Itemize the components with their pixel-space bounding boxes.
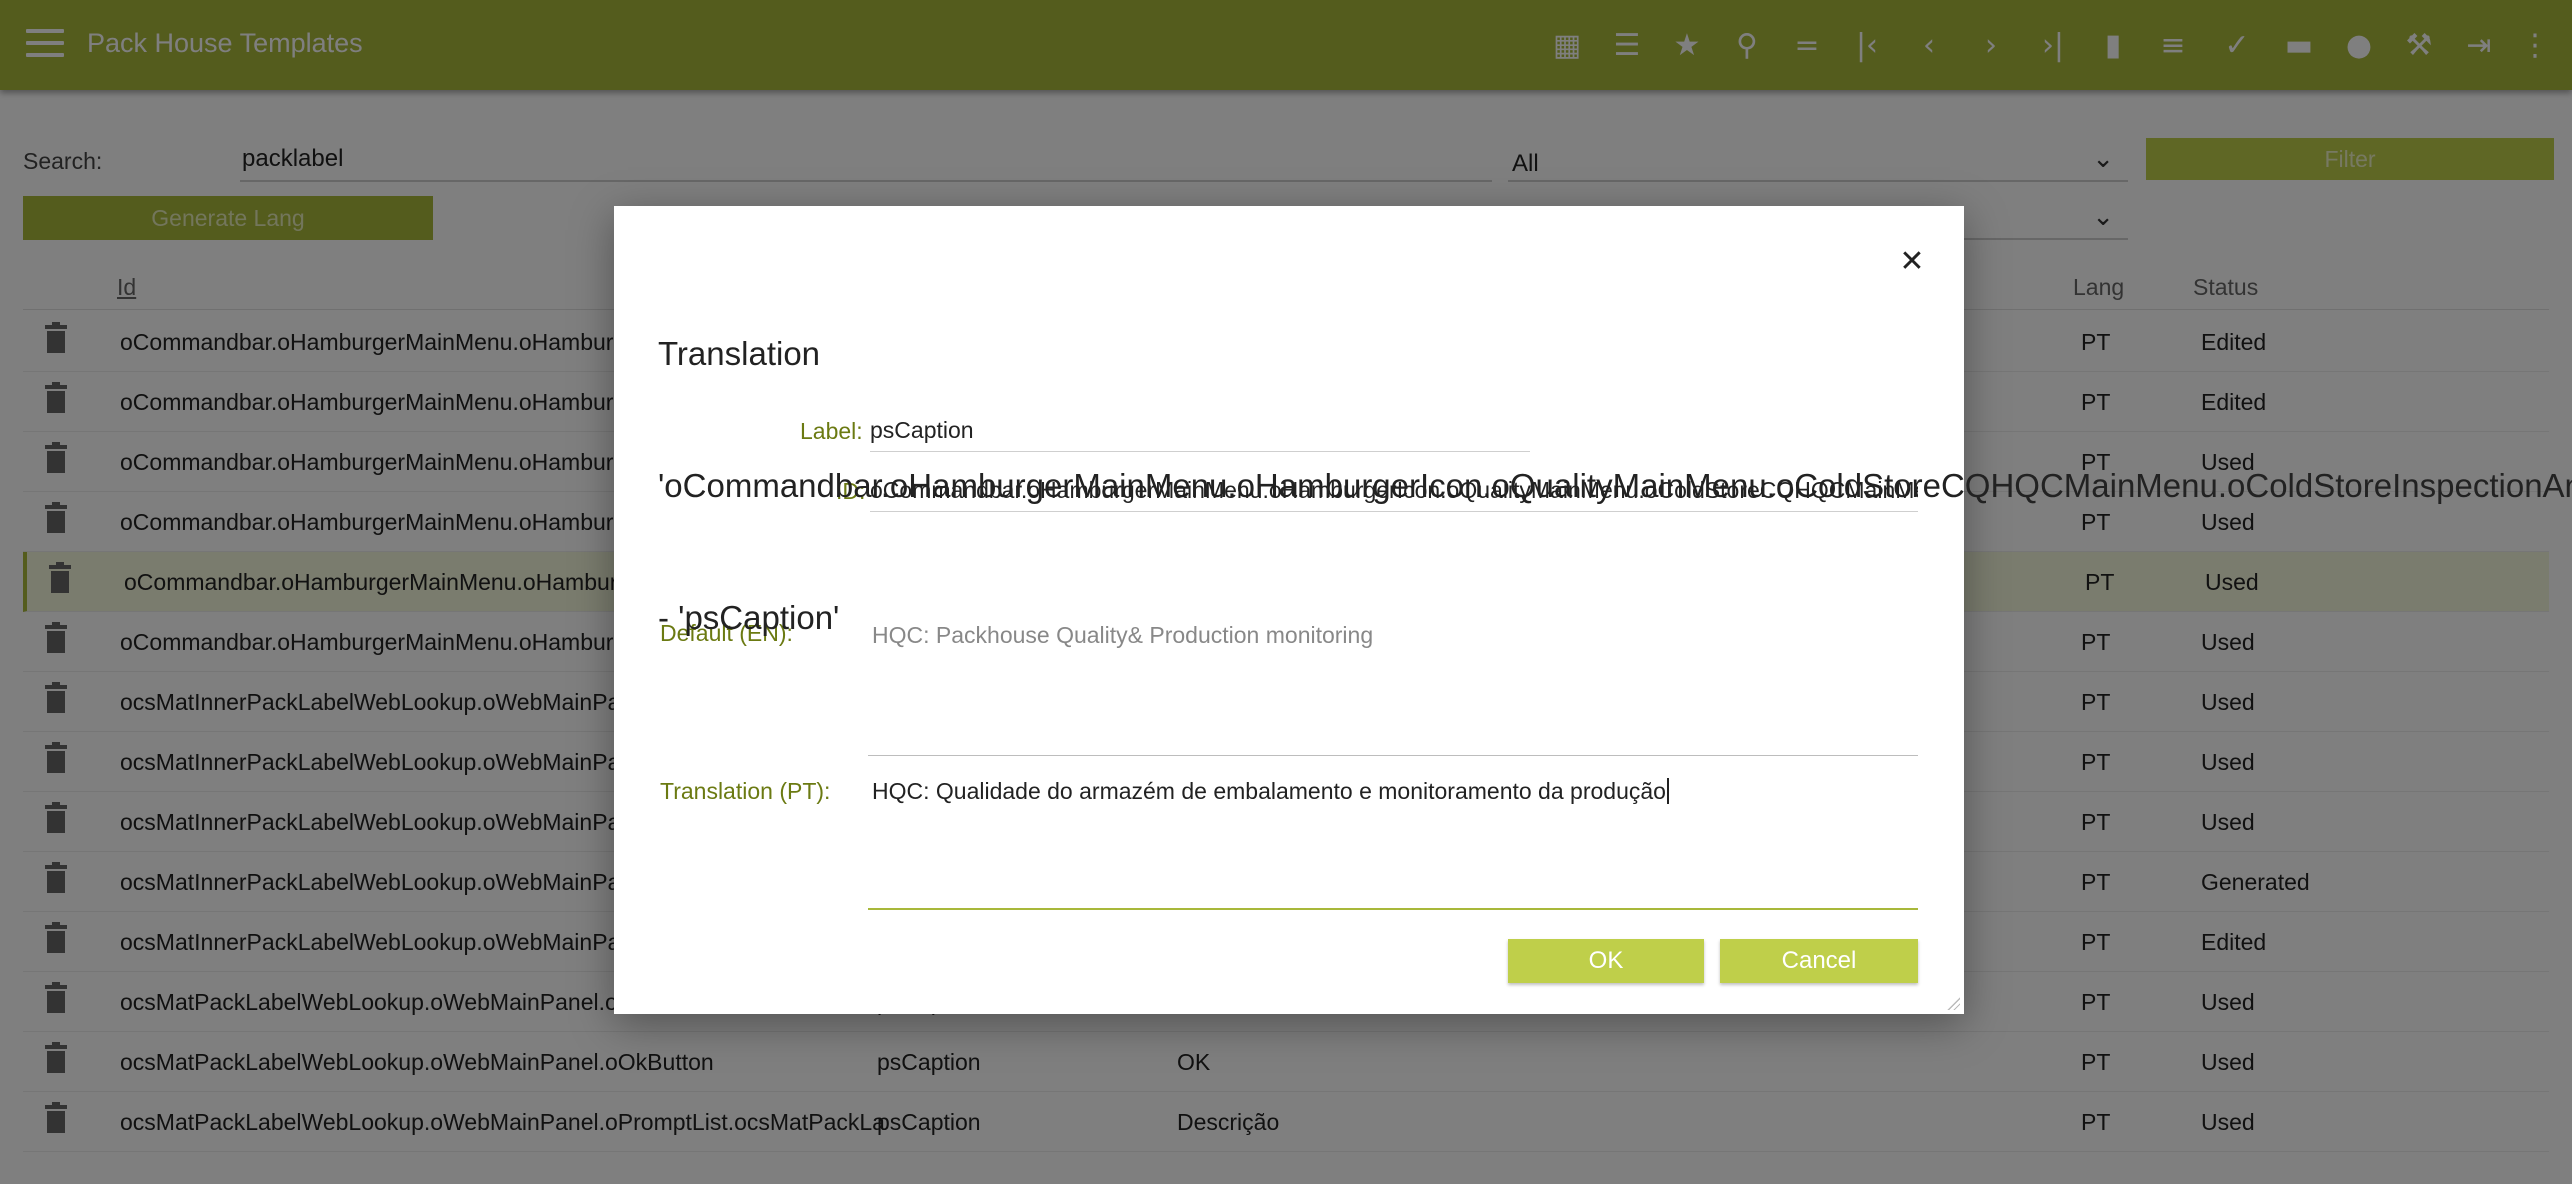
translation-text: HQC: Qualidade do armazém de embalamento… xyxy=(872,778,1666,804)
dialog-title-line-1: Translation xyxy=(658,335,821,372)
dialog-title-line-3: - 'psCaption' xyxy=(658,599,840,636)
cancel-button[interactable]: Cancel xyxy=(1720,939,1918,983)
ok-button[interactable]: OK xyxy=(1508,939,1704,983)
translation-text-area[interactable]: HQC: Qualidade do armazém de embalamento… xyxy=(868,776,1918,910)
translation-caption: Translation (PT): xyxy=(660,778,831,804)
dialog-title-line-2: 'oCommandbar.oHamburgerMainMenu.oHamburg… xyxy=(658,467,2572,504)
text-caret xyxy=(1666,778,1669,804)
resize-handle[interactable] xyxy=(1946,996,1960,1010)
